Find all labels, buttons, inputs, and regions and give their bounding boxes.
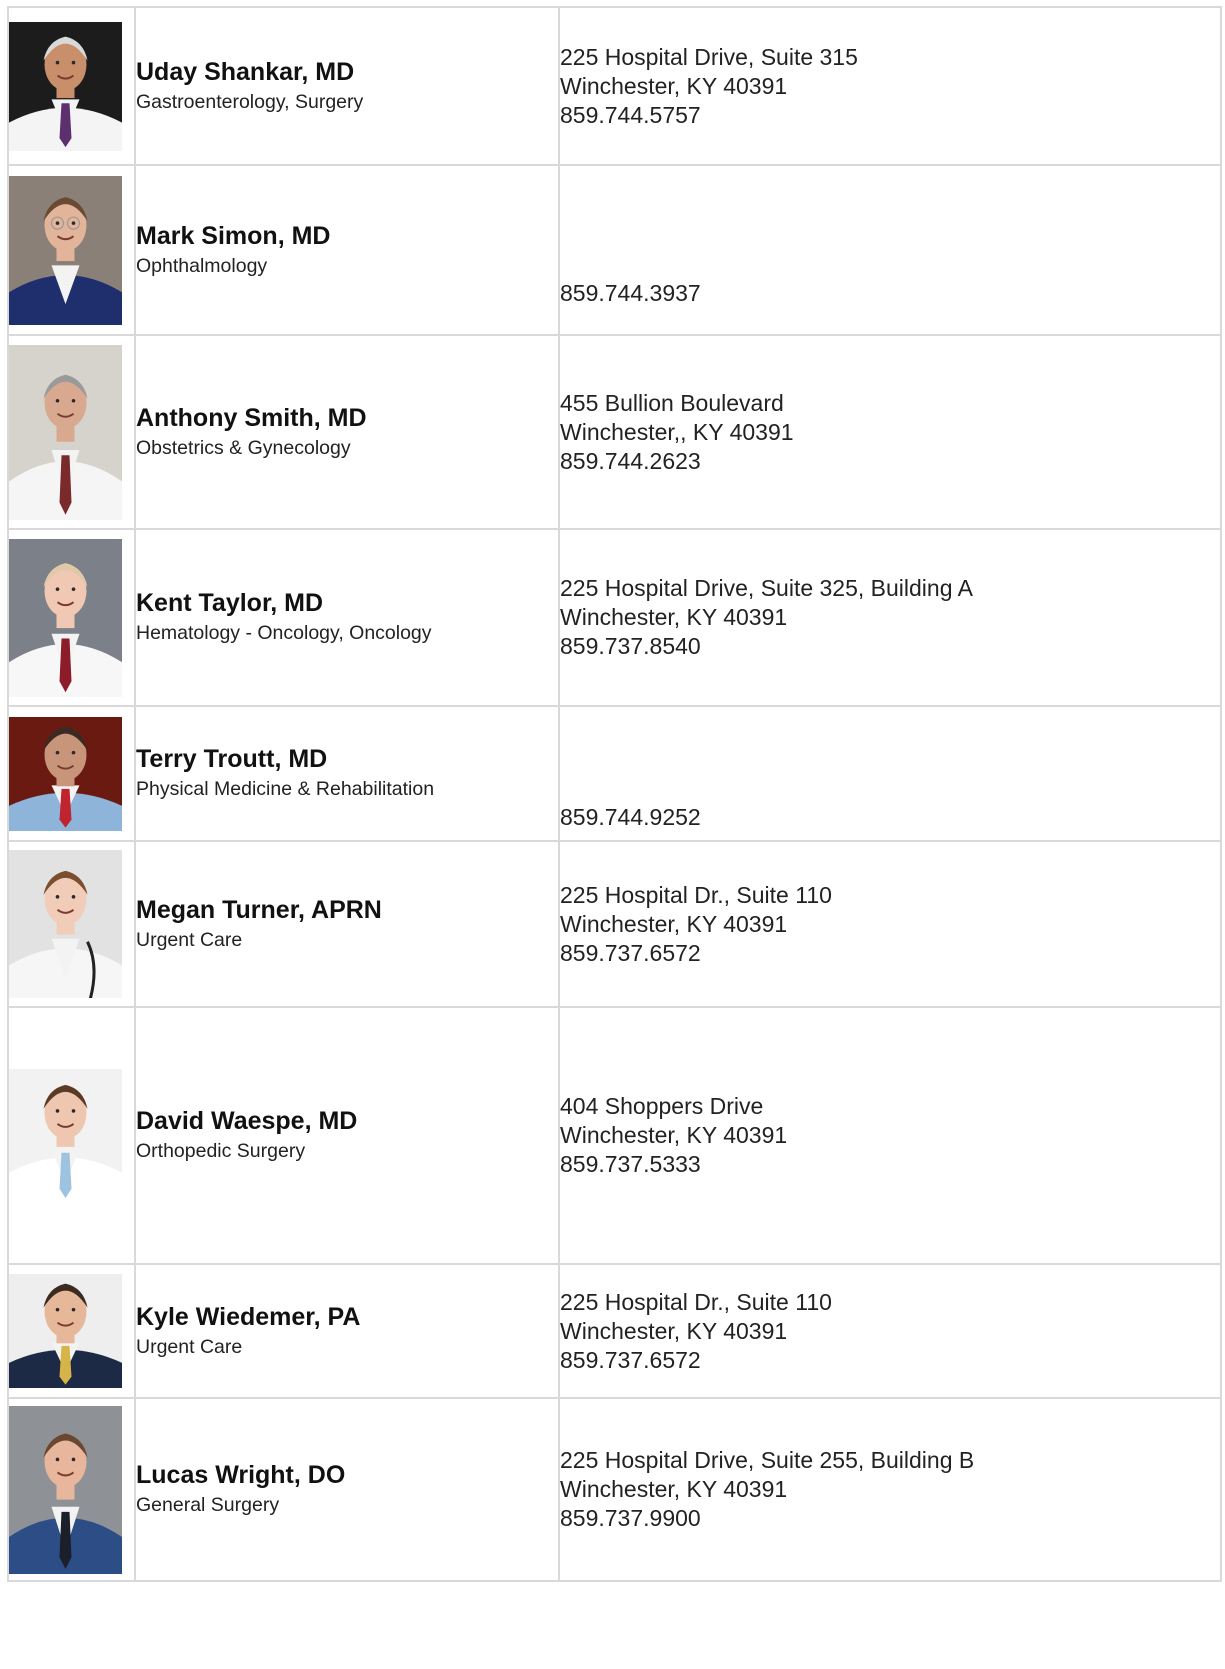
provider-name-link[interactable]: Terry Troutt, MD bbox=[136, 744, 558, 774]
provider-name-link[interactable]: Kent Taylor, MD bbox=[136, 588, 558, 618]
empty-address-spacer bbox=[560, 250, 1220, 279]
provider-name-cell: Lucas Wright, DO General Surgery bbox=[134, 1397, 560, 1582]
provider-photo[interactable] bbox=[9, 538, 122, 697]
phone-link[interactable]: 859.737.9900 bbox=[560, 1504, 1220, 1533]
provider-photo[interactable] bbox=[9, 344, 122, 520]
provider-photo-cell bbox=[7, 840, 136, 1008]
provider-photo-cell bbox=[7, 1397, 136, 1582]
provider-name-link[interactable]: Lucas Wright, DO bbox=[136, 1460, 558, 1490]
provider-photo[interactable] bbox=[9, 1069, 122, 1202]
provider-specialty: Physical Medicine & Rehabilitation bbox=[136, 778, 435, 800]
provider-rows: Uday Shankar, MD Gastroenterology, Surger… bbox=[7, 6, 1222, 1582]
address-line-2: Winchester, KY 40391 bbox=[560, 1122, 788, 1148]
provider-photo-cell bbox=[7, 705, 136, 842]
provider-name-link[interactable]: Uday Shankar, MD bbox=[136, 57, 558, 87]
empty-address-spacer bbox=[560, 221, 1220, 250]
address-line-1: 404 Shoppers Drive bbox=[560, 1093, 764, 1119]
provider-contact-cell: 859.744.3937 bbox=[558, 164, 1222, 336]
provider-photo[interactable] bbox=[9, 850, 122, 998]
provider-specialty: Gastroenterology, Surgery bbox=[136, 90, 364, 113]
provider-photo[interactable] bbox=[9, 716, 122, 831]
provider-photo-cell bbox=[7, 164, 136, 336]
provider-specialty: Obstetrics & Gynecology bbox=[136, 436, 351, 459]
table-row: Uday Shankar, MD Gastroenterology, Surger… bbox=[7, 6, 1222, 166]
address-line-2: Winchester, KY 40391 bbox=[560, 1317, 788, 1344]
provider-name-link[interactable]: David Waespe, MD bbox=[136, 1106, 558, 1136]
table-row: Kyle Wiedemer, PA Urgent Care 225 Hospital… bbox=[7, 1263, 1222, 1399]
provider-name-cell: Anthony Smith, MD Obstetrics & Gynecology bbox=[134, 334, 560, 530]
table-row: Mark Simon, MD Ophthalmology 859.744.3937 bbox=[7, 164, 1222, 336]
address-line-1: 225 Hospital Dr., Suite 110 bbox=[560, 881, 832, 908]
provider-photo-cell bbox=[7, 528, 136, 707]
phone-link[interactable]: 859.737.6572 bbox=[560, 939, 1220, 968]
table-row: Kent Taylor, MD Hematology - Oncology, On… bbox=[7, 528, 1222, 707]
phone-link[interactable]: 859.744.2623 bbox=[560, 447, 1220, 476]
provider-name-cell: Uday Shankar, MD Gastroenterology, Surger… bbox=[134, 6, 560, 166]
provider-photo-cell bbox=[7, 1263, 136, 1399]
provider-specialty: Hematology - Oncology, Oncology bbox=[136, 622, 432, 644]
address-line-1: 225 Hospital Dr., Suite 110 bbox=[560, 1288, 832, 1315]
address-line-1: 225 Hospital Drive, Suite 255, Building … bbox=[560, 1447, 975, 1473]
address-line-2: Winchester, KY 40391 bbox=[560, 72, 788, 99]
provider-contact-cell: 455 Bullion Boulevard Winchester,, KY 403… bbox=[558, 334, 1222, 530]
provider-specialty: General Surgery bbox=[136, 1494, 280, 1516]
provider-photo-cell bbox=[7, 334, 136, 530]
address-line-2: Winchester, KY 40391 bbox=[560, 1476, 788, 1502]
provider-specialty: Urgent Care bbox=[136, 1335, 243, 1358]
address-line-2: Winchester, KY 40391 bbox=[560, 910, 788, 937]
provider-name-cell: David Waespe, MD Orthopedic Surgery bbox=[134, 1006, 560, 1265]
provider-name-link[interactable]: Anthony Smith, MD bbox=[136, 403, 558, 433]
table-row: Terry Troutt, MD Physical Medicine & Reha… bbox=[7, 705, 1222, 842]
provider-name-cell: Terry Troutt, MD Physical Medicine & Reha… bbox=[134, 705, 560, 842]
provider-photo-cell bbox=[7, 6, 136, 166]
provider-specialty: Ophthalmology bbox=[136, 254, 268, 277]
phone-link[interactable]: 859.737.8540 bbox=[560, 632, 1220, 661]
phone-link[interactable]: 859.737.5333 bbox=[560, 1150, 1220, 1179]
address-line-2: Winchester,, KY 40391 bbox=[560, 418, 794, 445]
table-row: David Waespe, MD Orthopedic Surgery 404 Sh… bbox=[7, 1006, 1222, 1265]
phone-link[interactable]: 859.744.3937 bbox=[560, 279, 1220, 308]
empty-address-spacer bbox=[560, 745, 1220, 774]
provider-photo[interactable] bbox=[9, 175, 122, 325]
provider-name-cell: Megan Turner, APRN Urgent Care bbox=[134, 840, 560, 1008]
address-line-1: 455 Bullion Boulevard bbox=[560, 389, 784, 416]
provider-name-cell: Mark Simon, MD Ophthalmology bbox=[134, 164, 560, 336]
provider-photo-cell bbox=[7, 1006, 136, 1265]
provider-photo[interactable] bbox=[9, 21, 122, 151]
table-row: Lucas Wright, DO General Surgery 225 Hospi… bbox=[7, 1397, 1222, 1582]
provider-photo[interactable] bbox=[9, 1405, 122, 1574]
phone-link[interactable]: 859.744.5757 bbox=[560, 101, 1220, 130]
table-row: Anthony Smith, MD Obstetrics & Gynecology… bbox=[7, 334, 1222, 530]
address-line-2: Winchester, KY 40391 bbox=[560, 604, 788, 630]
provider-photo[interactable] bbox=[9, 1274, 122, 1388]
phone-link[interactable]: 859.737.6572 bbox=[560, 1346, 1220, 1375]
provider-contact-cell: 225 Hospital Drive, Suite 315 Winchester,… bbox=[558, 6, 1222, 166]
provider-name-cell: Kent Taylor, MD Hematology - Oncology, On… bbox=[134, 528, 560, 707]
provider-contact-cell: 225 Hospital Dr., Suite 110 Winchester, K… bbox=[558, 1263, 1222, 1399]
provider-name-link[interactable]: Kyle Wiedemer, PA bbox=[136, 1302, 558, 1332]
provider-contact-cell: 225 Hospital Drive, Suite 325, Building … bbox=[558, 528, 1222, 707]
address-line-1: 225 Hospital Drive, Suite 315 bbox=[560, 43, 858, 70]
provider-contact-cell: 859.744.9252 bbox=[558, 705, 1222, 842]
provider-specialty: Urgent Care bbox=[136, 928, 243, 951]
provider-contact-cell: 225 Hospital Dr., Suite 110 Winchester, K… bbox=[558, 840, 1222, 1008]
provider-directory-table: Uday Shankar, MD Gastroenterology, Surger… bbox=[7, 6, 1222, 1582]
provider-name-link[interactable]: Mark Simon, MD bbox=[136, 221, 558, 251]
provider-specialty: Orthopedic Surgery bbox=[136, 1140, 306, 1162]
provider-name-cell: Kyle Wiedemer, PA Urgent Care bbox=[134, 1263, 560, 1399]
table-row: Megan Turner, APRN Urgent Care 225 Hospita… bbox=[7, 840, 1222, 1008]
phone-link[interactable]: 859.744.9252 bbox=[560, 803, 1220, 832]
provider-contact-cell: 225 Hospital Drive, Suite 255, Building … bbox=[558, 1397, 1222, 1582]
address-line-1: 225 Hospital Drive, Suite 325, Building … bbox=[560, 575, 973, 601]
provider-contact-cell: 404 Shoppers Drive Winchester, KY 40391 85… bbox=[558, 1006, 1222, 1265]
provider-name-link[interactable]: Megan Turner, APRN bbox=[136, 895, 558, 925]
empty-address-spacer bbox=[560, 774, 1220, 803]
